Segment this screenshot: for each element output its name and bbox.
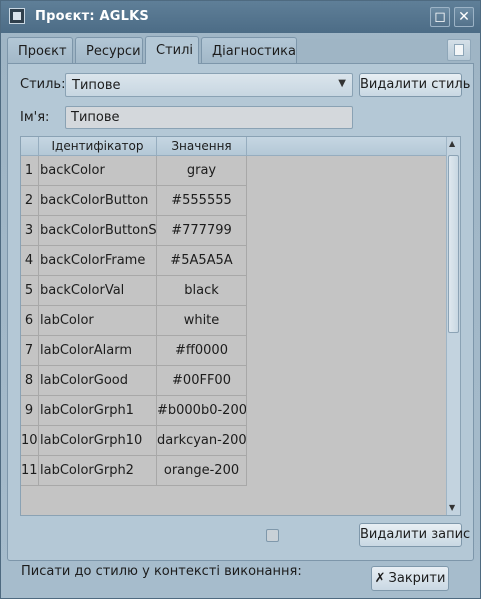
table-row[interactable]: 5 backColorVal black — [21, 276, 247, 306]
scrollbar-handle[interactable] — [448, 155, 459, 333]
style-combobox[interactable]: Типове ▼ — [65, 73, 353, 97]
cell-value[interactable]: black — [157, 276, 247, 306]
cell-identifier[interactable]: labColorGrph10 — [39, 426, 157, 456]
name-label: Ім'я: — [20, 110, 50, 125]
row-number[interactable]: 9 — [21, 396, 39, 426]
style-combobox-value: Типове — [72, 78, 121, 93]
close-x-icon: ✗ — [374, 571, 386, 586]
header-row-number — [21, 137, 39, 155]
cell-value[interactable]: white — [157, 306, 247, 336]
row-number[interactable]: 4 — [21, 246, 39, 276]
cell-identifier[interactable]: labColorGood — [39, 366, 157, 396]
row-number[interactable]: 3 — [21, 216, 39, 246]
tab-diagnostics[interactable]: Діагностика — [201, 37, 297, 63]
table-row[interactable]: 2 backColorButton #555555 — [21, 186, 247, 216]
table-row[interactable]: 11 labColorGrph2 orange-200 — [21, 456, 247, 486]
cell-identifier[interactable]: labColorGrph1 — [39, 396, 157, 426]
page-corner-button[interactable] — [447, 39, 471, 61]
cell-value[interactable]: #777799 — [157, 216, 247, 246]
cell-value[interactable]: #5A5A5A — [157, 246, 247, 276]
cell-identifier[interactable]: labColorAlarm — [39, 336, 157, 366]
name-field[interactable]: Типове — [65, 106, 353, 129]
titlebar[interactable]: Проєкт: AGLKS ◻ ✕ — [1, 1, 480, 33]
cell-value[interactable]: #b000b0-200 — [157, 396, 247, 426]
table-row[interactable]: 1 backColor gray — [21, 156, 247, 186]
row-number[interactable]: 11 — [21, 456, 39, 486]
row-number[interactable]: 5 — [21, 276, 39, 306]
style-table[interactable]: Ідентифікатор Значення 1 backColor gray 2 ba… — [20, 136, 461, 516]
tab-resources[interactable]: Ресурси — [75, 37, 143, 63]
header-identifier[interactable]: Ідентифікатор — [39, 137, 157, 155]
cell-identifier[interactable]: backColor — [39, 156, 157, 186]
scroll-down-icon[interactable]: ▼ — [449, 503, 455, 512]
app-icon — [9, 8, 25, 24]
tab-widget: Проєкт Ресурси Стилі Діагностика Стиль: … — [7, 36, 474, 579]
table-row[interactable]: 8 labColorGood #00FF00 — [21, 366, 247, 396]
row-number[interactable]: 1 — [21, 156, 39, 186]
cell-identifier[interactable]: backColorButton — [39, 186, 157, 216]
delete-record-button[interactable]: Видалити запис — [359, 523, 470, 547]
maximize-button[interactable]: ◻ — [430, 7, 450, 27]
cell-value[interactable]: gray — [157, 156, 247, 186]
cell-identifier[interactable]: backColorFrame — [39, 246, 157, 276]
table-header: Ідентифікатор Значення — [21, 137, 446, 156]
row-number[interactable]: 8 — [21, 366, 39, 396]
table-row[interactable]: 4 backColorFrame #5A5A5A — [21, 246, 247, 276]
styles-panel: Стиль: Типове ▼ Видалити стиль Ім'я: Тип… — [7, 63, 474, 579]
header-value[interactable]: Значення — [157, 137, 247, 155]
close-button-label: Закрити — [388, 571, 446, 586]
cell-value[interactable]: orange-200 — [157, 456, 247, 486]
cell-value[interactable]: #ff0000 — [157, 336, 247, 366]
chevron-down-icon: ▼ — [338, 78, 346, 89]
window-title: Проєкт: AGLKS — [35, 9, 149, 24]
cell-identifier[interactable]: backColorButtonSel — [39, 216, 157, 246]
row-number[interactable]: 6 — [21, 306, 39, 336]
tab-project[interactable]: Проєкт — [7, 37, 73, 63]
project-window: Проєкт: AGLKS ◻ ✕ Проєкт Ресурси Стилі Д… — [0, 0, 481, 599]
window-close-button[interactable]: ✕ — [454, 7, 474, 27]
cell-identifier[interactable]: backColorVal — [39, 276, 157, 306]
close-button[interactable]: ✗ Закрити — [371, 566, 449, 591]
table-row[interactable]: 6 labColor white — [21, 306, 247, 336]
row-number[interactable]: 10 — [21, 426, 39, 456]
cell-identifier[interactable]: labColor — [39, 306, 157, 336]
table-row[interactable]: 3 backColorButtonSel #777799 — [21, 216, 247, 246]
runtime-style-label: Писати до стилю у контексті виконання: — [21, 564, 302, 579]
tab-styles[interactable]: Стилі — [145, 36, 199, 64]
style-label: Стиль: — [20, 77, 66, 92]
row-number[interactable]: 2 — [21, 186, 39, 216]
cell-value[interactable]: #00FF00 — [157, 366, 247, 396]
row-number[interactable]: 7 — [21, 336, 39, 366]
table-row[interactable]: 7 labColorAlarm #ff0000 — [21, 336, 247, 366]
maximize-icon: ◻ — [434, 9, 446, 25]
scroll-up-icon[interactable]: ▲ — [449, 139, 455, 148]
close-icon: ✕ — [458, 9, 470, 25]
runtime-style-checkbox[interactable] — [266, 529, 279, 542]
table-row[interactable]: 10 labColorGrph10 darkcyan-200 — [21, 426, 247, 456]
cell-identifier[interactable]: labColorGrph2 — [39, 456, 157, 486]
cell-value[interactable]: #555555 — [157, 186, 247, 216]
table-row[interactable]: 9 labColorGrph1 #b000b0-200 — [21, 396, 247, 426]
table-scrollbar[interactable]: ▲ ▼ — [446, 137, 460, 515]
cell-value[interactable]: darkcyan-200 — [157, 426, 247, 456]
delete-style-button[interactable]: Видалити стиль — [359, 73, 470, 97]
